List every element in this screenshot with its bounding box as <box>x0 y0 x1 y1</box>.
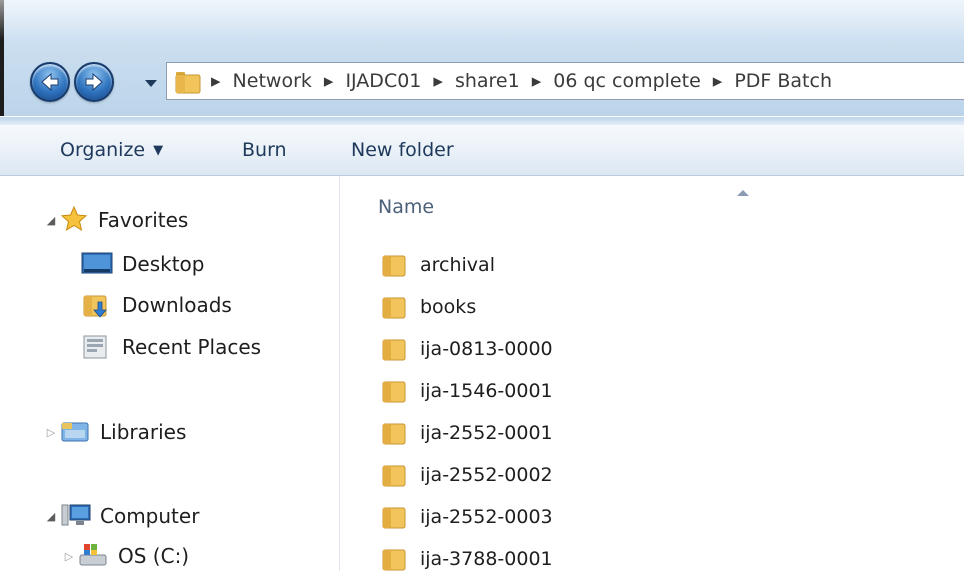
back-button[interactable] <box>30 62 70 102</box>
breadcrumb-separator-icon[interactable]: ▸ <box>433 70 443 92</box>
folder-icon <box>380 545 408 573</box>
nav-libraries[interactable]: ▷ Libraries <box>44 414 187 450</box>
list-item[interactable]: ija-2552-0003 <box>380 499 553 535</box>
nav-desktop-label: Desktop <box>122 252 205 276</box>
desktop-icon <box>80 249 114 279</box>
breadcrumb-server[interactable]: IJADC01 <box>345 70 421 92</box>
breadcrumb-separator-icon[interactable]: ▸ <box>324 70 334 92</box>
recent-places-icon <box>80 332 114 362</box>
nav-desktop[interactable]: Desktop <box>80 246 204 282</box>
downloads-folder-icon <box>80 290 114 320</box>
address-bar[interactable]: ▸ Network ▸ IJADC01 ▸ share1 ▸ 06 qc com… <box>166 62 964 100</box>
folder-icon <box>380 419 408 447</box>
nav-libraries-label: Libraries <box>100 420 187 444</box>
folder-icon <box>380 293 408 321</box>
list-item[interactable]: ija-2552-0001 <box>380 415 553 451</box>
item-name: ija-1546-0001 <box>420 380 553 402</box>
breadcrumb-separator-icon[interactable]: ▸ <box>532 70 542 92</box>
new-folder-label: New folder <box>351 139 454 161</box>
recent-pages-dropdown[interactable] <box>144 74 158 93</box>
folder-icon <box>380 377 408 405</box>
expand-triangle-icon[interactable]: ▷ <box>62 550 76 563</box>
nav-favorites-label: Favorites <box>98 208 189 232</box>
star-icon <box>60 205 90 235</box>
new-folder-button[interactable]: New folder <box>351 135 454 165</box>
item-name: archival <box>420 254 495 276</box>
name-column-header[interactable]: Name <box>378 196 434 218</box>
organize-button[interactable]: Organize ▼ <box>60 135 163 165</box>
list-item[interactable]: ija-3788-0001 <box>380 541 553 577</box>
item-name: ija-2552-0002 <box>420 464 553 486</box>
sort-ascending-icon <box>736 182 750 201</box>
file-list: Name archival books ija-0813-0000 ija-15… <box>340 176 964 571</box>
breadcrumb-separator-icon[interactable]: ▸ <box>713 70 723 92</box>
nav-favorites[interactable]: ◢ Favorites <box>44 202 188 238</box>
burn-label: Burn <box>242 139 287 161</box>
burn-button[interactable]: Burn <box>242 135 287 165</box>
folder-icon <box>380 251 408 279</box>
breadcrumb-qc-complete[interactable]: 06 qc complete <box>553 70 701 92</box>
item-name: ija-2552-0003 <box>420 506 553 528</box>
chevron-down-icon <box>145 80 157 87</box>
back-arrow-icon <box>41 72 59 92</box>
nav-computer[interactable]: ◢ Computer <box>44 498 200 534</box>
breadcrumb-share[interactable]: share1 <box>455 70 520 92</box>
drive-icon <box>78 541 110 571</box>
nav-downloads-label: Downloads <box>122 293 232 317</box>
list-item[interactable]: archival <box>380 247 495 283</box>
item-name: ija-0813-0000 <box>420 338 553 360</box>
nav-computer-label: Computer <box>100 504 200 528</box>
list-item[interactable]: books <box>380 289 476 325</box>
item-name: ija-2552-0001 <box>420 422 553 444</box>
forward-button[interactable] <box>74 62 114 102</box>
breadcrumb-pdf-batch[interactable]: PDF Batch <box>734 70 832 92</box>
forward-arrow-icon <box>85 72 103 92</box>
list-item[interactable]: ija-0813-0000 <box>380 331 553 367</box>
nav-recent-places-label: Recent Places <box>122 335 262 359</box>
folder-icon <box>380 503 408 531</box>
breadcrumb-network[interactable]: Network <box>233 70 312 92</box>
libraries-icon <box>60 417 92 447</box>
breadcrumb-separator-icon[interactable]: ▸ <box>211 70 221 92</box>
nav-os-drive-label: OS (C:) <box>118 544 190 568</box>
item-name: books <box>420 296 477 318</box>
expand-triangle-icon[interactable]: ◢ <box>44 510 58 523</box>
folder-icon <box>380 461 408 489</box>
navigation-pane: ◢ Favorites Desktop Downloads Recent Pla… <box>0 176 340 571</box>
list-item[interactable]: ija-2552-0002 <box>380 457 553 493</box>
nav-downloads[interactable]: Downloads <box>80 287 232 323</box>
computer-icon <box>60 501 92 531</box>
nav-recent-places[interactable]: Recent Places <box>80 329 261 365</box>
nav-os-drive[interactable]: ▷ OS (C:) <box>62 538 189 574</box>
item-name: ija-3788-0001 <box>420 548 553 570</box>
folder-icon <box>380 335 408 363</box>
breadcrumb: ▸ Network ▸ IJADC01 ▸ share1 ▸ 06 qc com… <box>211 63 844 99</box>
list-item[interactable]: ija-1546-0001 <box>380 373 553 409</box>
command-bar: Organize ▼ Burn New folder <box>0 117 964 176</box>
expand-triangle-icon[interactable]: ▷ <box>44 426 58 439</box>
chevron-down-icon: ▼ <box>153 142 164 158</box>
organize-label: Organize <box>60 139 146 161</box>
expand-triangle-icon[interactable]: ◢ <box>44 214 58 227</box>
folder-icon <box>173 68 203 100</box>
